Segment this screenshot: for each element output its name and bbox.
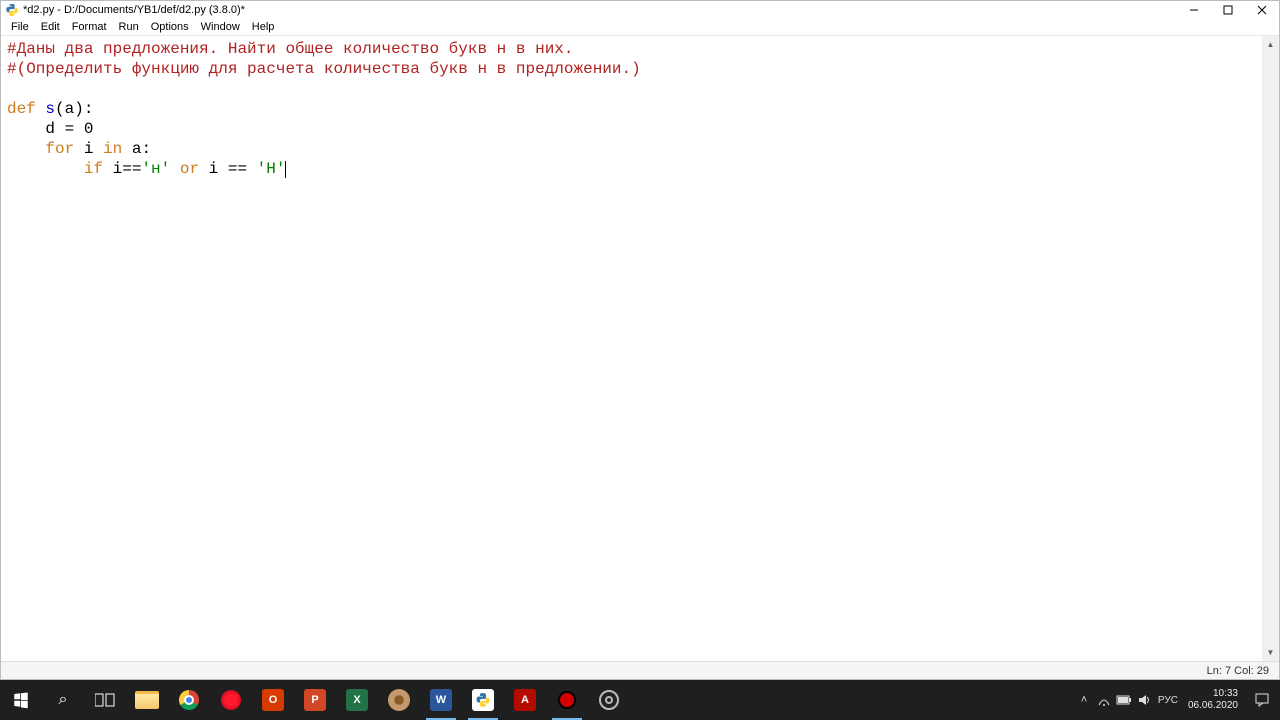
code-kw-def: def	[7, 100, 36, 118]
taskbar-clock[interactable]: 10:33 06.06.2020	[1182, 688, 1244, 712]
titlebar[interactable]: *d2.py - D:/Documents/YB1/def/d2.py (3.8…	[1, 1, 1279, 19]
search-icon: ⌕	[59, 691, 68, 709]
window-controls	[1177, 1, 1279, 19]
code-comment: #(Определить функцию для расчета количес…	[7, 60, 641, 78]
minimize-button[interactable]	[1177, 1, 1211, 19]
code-comment: #Даны два предложения. Найти общее колич…	[7, 40, 574, 58]
code-string: 'Н'	[257, 160, 286, 178]
taskbar-app-idle[interactable]	[462, 680, 504, 720]
window-title: *d2.py - D:/Documents/YB1/def/d2.py (3.8…	[23, 4, 245, 16]
tray-volume-icon[interactable]	[1134, 680, 1154, 720]
tray-chevron-up-icon[interactable]: ˄	[1074, 680, 1094, 720]
taskbar-app-powerpoint[interactable]: P	[294, 680, 336, 720]
clock-time: 10:33	[1213, 688, 1238, 700]
code-text: i	[74, 140, 103, 158]
taskbar-app-explorer[interactable]	[126, 680, 168, 720]
scroll-track[interactable]	[1262, 53, 1279, 644]
taskbar-left: ⌕ O P X W A	[0, 680, 630, 720]
code-kw-if: if	[84, 160, 103, 178]
word-icon: W	[430, 689, 452, 711]
palette-icon	[388, 689, 410, 711]
menubar: File Edit Format Run Options Window Help	[1, 19, 1279, 36]
taskbar-app-word[interactable]: W	[420, 680, 462, 720]
code-string: 'н'	[141, 160, 170, 178]
folder-icon	[135, 691, 159, 709]
code-text: (a):	[55, 100, 93, 118]
menu-options[interactable]: Options	[145, 21, 195, 33]
taskbar-app-acrobat[interactable]: A	[504, 680, 546, 720]
powerpoint-icon: P	[304, 689, 326, 711]
taskbar-app-excel[interactable]: X	[336, 680, 378, 720]
idle-window: *d2.py - D:/Documents/YB1/def/d2.py (3.8…	[0, 0, 1280, 680]
menu-edit[interactable]: Edit	[35, 21, 66, 33]
menu-window[interactable]: Window	[195, 21, 246, 33]
menu-help[interactable]: Help	[246, 21, 281, 33]
taskbar-app-paint[interactable]	[378, 680, 420, 720]
python-icon	[472, 689, 494, 711]
office-icon: O	[262, 689, 284, 711]
code-content[interactable]: #Даны два предложения. Найти общее колич…	[1, 36, 1262, 661]
close-button[interactable]	[1245, 1, 1279, 19]
windows-icon	[10, 689, 32, 711]
tray-language[interactable]: РУС	[1154, 695, 1182, 706]
clock-date: 06.06.2020	[1188, 700, 1238, 712]
excel-icon: X	[346, 689, 368, 711]
maximize-button[interactable]	[1211, 1, 1245, 19]
search-button[interactable]: ⌕	[42, 680, 84, 720]
vertical-scrollbar[interactable]: ▲ ▼	[1262, 36, 1279, 661]
python-icon	[5, 3, 19, 17]
menu-format[interactable]: Format	[66, 21, 113, 33]
menu-file[interactable]: File	[5, 21, 35, 33]
code-text: a:	[122, 140, 151, 158]
action-center-button[interactable]	[1244, 680, 1280, 720]
code-text: d = 0	[7, 120, 93, 138]
menu-run[interactable]: Run	[113, 21, 145, 33]
acrobat-icon: A	[514, 689, 536, 711]
taskbar-app-office[interactable]: O	[252, 680, 294, 720]
taskbar-app-recorder[interactable]	[546, 680, 588, 720]
windows-taskbar: ⌕ O P X W A ˄ РУС 10:33 06.06.2020	[0, 680, 1280, 720]
code-text: i ==	[199, 160, 257, 178]
editor-area[interactable]: #Даны два предложения. Найти общее колич…	[1, 36, 1279, 661]
taskbar-app-obs[interactable]	[588, 680, 630, 720]
text-cursor	[285, 161, 286, 178]
code-text: i==	[103, 160, 141, 178]
task-view-icon	[95, 692, 115, 708]
tray-network-icon[interactable]	[1094, 680, 1114, 720]
code-kw-in: in	[103, 140, 122, 158]
cursor-position: Ln: 7 Col: 29	[1207, 665, 1269, 677]
start-button[interactable]	[0, 680, 42, 720]
statusbar: Ln: 7 Col: 29	[1, 661, 1279, 679]
system-tray: ˄ РУС 10:33 06.06.2020	[1074, 680, 1280, 720]
chrome-icon	[179, 690, 199, 710]
code-fn-name: s	[36, 100, 55, 118]
record-icon	[558, 691, 576, 709]
scroll-up-arrow-icon[interactable]: ▲	[1262, 36, 1279, 53]
task-view-button[interactable]	[84, 680, 126, 720]
taskbar-app-chrome[interactable]	[168, 680, 210, 720]
code-kw-for: for	[45, 140, 74, 158]
opera-icon	[221, 690, 241, 710]
obs-icon	[599, 690, 619, 710]
taskbar-app-opera[interactable]	[210, 680, 252, 720]
code-kw-or: or	[180, 160, 199, 178]
scroll-down-arrow-icon[interactable]: ▼	[1262, 644, 1279, 661]
notification-icon	[1254, 692, 1270, 708]
tray-battery-icon[interactable]	[1114, 680, 1134, 720]
